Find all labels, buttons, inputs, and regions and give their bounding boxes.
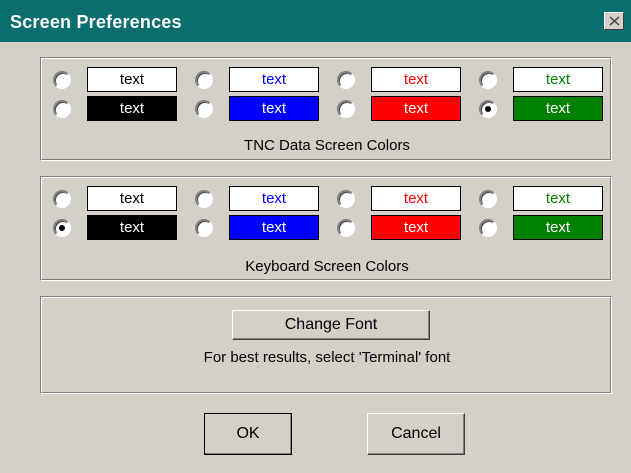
keyboard-radio-5[interactable]: [53, 219, 71, 237]
keyboard-color-swatch-5[interactable]: text: [87, 215, 177, 240]
keyboard-color-swatch-4[interactable]: text: [513, 186, 603, 211]
cancel-button[interactable]: Cancel: [367, 413, 465, 455]
keyboard-radio-7[interactable]: [337, 219, 355, 237]
font-group: Change Font For best results, select 'Te…: [40, 296, 612, 394]
tnc-radio-2[interactable]: [195, 71, 213, 89]
tnc-color-swatch-5[interactable]: text: [87, 96, 177, 121]
keyboard-radio-4[interactable]: [479, 190, 497, 208]
screen-preferences-dialog: Screen Preferences text text text text text t…: [0, 0, 631, 473]
title-bar[interactable]: Screen Preferences: [0, 0, 631, 42]
tnc-radio-1[interactable]: [53, 71, 71, 89]
keyboard-group-caption: Keyboard Screen Colors: [245, 258, 409, 275]
change-font-button[interactable]: Change Font: [232, 310, 430, 340]
tnc-data-screen-colors-group: text text text text text text text text TNC Dat…: [40, 57, 612, 161]
window-title: Screen Preferences: [10, 12, 182, 32]
radio-dot: [485, 106, 491, 112]
tnc-color-swatch-2[interactable]: text: [229, 67, 319, 92]
keyboard-color-swatch-1[interactable]: text: [87, 186, 177, 211]
keyboard-radio-6[interactable]: [195, 219, 213, 237]
keyboard-color-swatch-8[interactable]: text: [513, 215, 603, 240]
tnc-radio-8[interactable]: [479, 100, 497, 118]
keyboard-color-swatch-3[interactable]: text: [371, 186, 461, 211]
tnc-color-swatch-8[interactable]: text: [513, 96, 603, 121]
keyboard-radio-3[interactable]: [337, 190, 355, 208]
tnc-group-caption: TNC Data Screen Colors: [244, 137, 410, 154]
tnc-radio-7[interactable]: [337, 100, 355, 118]
keyboard-color-swatch-7[interactable]: text: [371, 215, 461, 240]
tnc-color-swatch-4[interactable]: text: [513, 67, 603, 92]
ok-button[interactable]: OK: [204, 413, 292, 455]
keyboard-radio-8[interactable]: [479, 219, 497, 237]
keyboard-color-swatch-6[interactable]: text: [229, 215, 319, 240]
tnc-color-swatch-3[interactable]: text: [371, 67, 461, 92]
keyboard-radio-2[interactable]: [195, 190, 213, 208]
tnc-color-swatch-1[interactable]: text: [87, 67, 177, 92]
tnc-radio-3[interactable]: [337, 71, 355, 89]
radio-dot: [59, 225, 65, 231]
close-button[interactable]: [604, 12, 624, 30]
tnc-radio-4[interactable]: [479, 71, 497, 89]
font-hint: For best results, select 'Terminal' font: [203, 349, 451, 366]
close-icon: [609, 16, 620, 26]
tnc-color-swatch-6[interactable]: text: [229, 96, 319, 121]
tnc-color-swatch-7[interactable]: text: [371, 96, 461, 121]
tnc-radio-5[interactable]: [53, 100, 71, 118]
keyboard-radio-1[interactable]: [53, 190, 71, 208]
keyboard-color-swatch-2[interactable]: text: [229, 186, 319, 211]
keyboard-screen-colors-group: text text text text text text text text Keyboar…: [40, 176, 612, 281]
tnc-radio-6[interactable]: [195, 100, 213, 118]
